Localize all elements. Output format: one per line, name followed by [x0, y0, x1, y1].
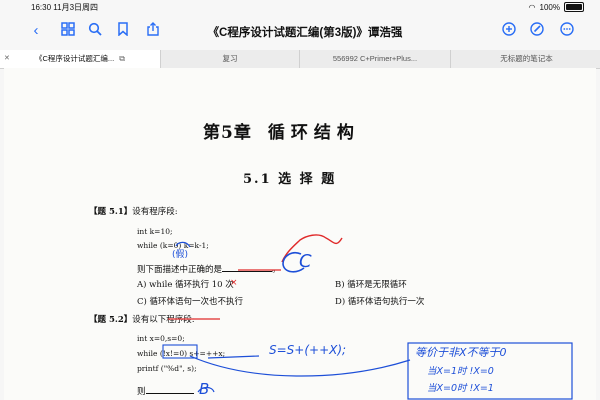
- handwritten-note: 当X=0时 !X=1: [427, 383, 494, 394]
- handwritten-expression: S=S+(++X);: [269, 343, 347, 357]
- handwritten-answer: B: [199, 380, 210, 398]
- handwritten-note: 等价于非X不等于0: [415, 346, 507, 359]
- handwritten-note: 当X=1时 !X=0: [427, 366, 494, 377]
- handwritten-mark: ×: [230, 278, 238, 288]
- box-highlight: [162, 344, 198, 359]
- underline-stroke: [207, 355, 260, 359]
- ipad-screen: 16:30 11月3日周四 ◠ 100% ‹ 《C程序设计试题汇编(第3版)》谭…: [0, 0, 600, 400]
- checkmark-stroke: [281, 234, 343, 263]
- handwritten-answer: C: [299, 251, 312, 272]
- handwritten-mark: (假): [172, 250, 189, 260]
- handwriting-layer: [162, 234, 573, 400]
- connector-stroke: [189, 355, 411, 377]
